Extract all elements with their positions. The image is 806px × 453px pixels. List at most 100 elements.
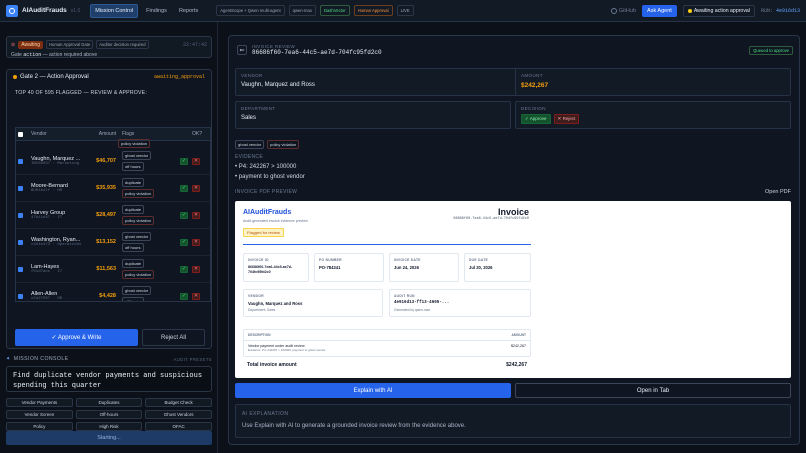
app-version: v1.0: [70, 7, 81, 14]
approve-row-button[interactable]: ✓: [180, 292, 188, 300]
flags-cell: duplicate policy violation: [122, 205, 160, 225]
flag-badge: policy violation: [122, 270, 155, 279]
ai-explanation-box: AI EXPLANATION Use Explain with AI to ge…: [235, 404, 791, 438]
row-checkbox[interactable]: [18, 266, 23, 272]
row-checkbox[interactable]: [18, 293, 23, 299]
amount-value: $242,267: [521, 82, 549, 89]
back-button[interactable]: ⇐: [237, 45, 247, 55]
col-vendor: Vendor: [31, 131, 47, 137]
vendor-cell: Vaughn, Marquez ... INV39037 · Marketing: [31, 156, 86, 166]
reject-row-button[interactable]: ✕: [192, 211, 200, 219]
evidence-label: EVIDENCE: [235, 154, 263, 160]
invoice-flag-badge: Flagged for review: [243, 228, 284, 237]
reject-row-button[interactable]: ✕: [192, 292, 200, 300]
top-bar: AIAuditFrauds v1.0 Mission Control Findi…: [0, 0, 806, 22]
github-icon: [610, 7, 617, 14]
flag-badge: off hours: [122, 243, 144, 252]
gate-message: Gate action — action required above: [11, 52, 98, 58]
flag-badge: duplicate: [122, 259, 145, 268]
vendor-cell: Washington, Ryan... c4d4e473 · Operations: [31, 237, 86, 247]
ask-agent-button[interactable]: Ask Agent: [642, 4, 677, 17]
explain-with-ai-button[interactable]: Explain with AI: [235, 383, 511, 398]
awaiting-approval-button[interactable]: Awaiting action approval: [682, 4, 755, 17]
gate2-dot-icon: [13, 75, 17, 79]
reject-row-button[interactable]: ✕: [192, 265, 200, 273]
approve-row-button[interactable]: ✓: [180, 238, 188, 246]
amount-cell: $13,152: [96, 239, 116, 245]
invoice-subtitle: Audit-generated invoice evidence preview: [243, 219, 308, 223]
flags-cell: ghost vendor off hours: [122, 232, 160, 252]
preset-button[interactable]: Duplicates: [75, 398, 143, 407]
start-button[interactable]: Starting...: [6, 431, 212, 445]
tab-reports[interactable]: Reports: [175, 5, 202, 17]
flag-badge: ghost vendor: [122, 232, 152, 241]
decision-approve-button[interactable]: ✓ Approve: [521, 114, 551, 124]
decision-reject-button[interactable]: ✕ Reject: [553, 114, 580, 124]
vendor-cell: Lam-Hayes f01d7acc · IT: [31, 264, 86, 274]
approve-row-button[interactable]: ✓: [180, 184, 188, 192]
vendor-box: VENDOR Vaughn, Marquez and Ross: [235, 68, 541, 96]
row-checkbox[interactable]: [18, 185, 23, 191]
select-all-checkbox[interactable]: [18, 131, 23, 137]
tab-findings[interactable]: Findings: [142, 5, 171, 17]
approve-write-button[interactable]: ✓ Approve & Write: [15, 329, 138, 346]
invoice-title: Invoice: [497, 207, 529, 217]
status-pill-agents: AgentScope + Qwen multi-agent: [216, 5, 285, 16]
table-header: Vendor Amount Flags OK?: [16, 128, 210, 141]
evidence-tag: policy violation: [267, 140, 300, 149]
vendor-sub: 47b11d47 · IT: [31, 216, 63, 220]
col-flags: Flags: [122, 131, 135, 137]
flags-cell: ghost vendor off hours: [122, 151, 160, 171]
preset-button[interactable]: High Risk: [75, 422, 143, 431]
approve-row-button[interactable]: ✓: [180, 157, 188, 165]
department-box: DEPARTMENT Sales: [235, 101, 511, 129]
approve-row-button[interactable]: ✓: [180, 211, 188, 219]
tab-mission-control[interactable]: Mission Control: [90, 3, 139, 18]
open-in-tab-button[interactable]: Open in Tab: [515, 383, 791, 398]
preset-button[interactable]: OFAC: [145, 422, 212, 431]
approve-row-button[interactable]: ✓: [180, 265, 188, 273]
flag-badge: duplicate: [122, 178, 145, 187]
flagged-table: Vendor Amount Flags OK? policy violation…: [15, 127, 211, 302]
open-pdf-link[interactable]: Open PDF: [765, 189, 791, 195]
row-checkbox[interactable]: [18, 158, 23, 164]
console-icon: ✦: [6, 356, 11, 362]
preset-button[interactable]: Budget Check: [145, 398, 212, 407]
amount-cell: $35,935: [96, 185, 116, 191]
amount-label: AMOUNT: [521, 73, 543, 78]
gate-time: 22:47:42: [182, 41, 207, 48]
flags-cell: ghost vendor off hours: [122, 286, 160, 301]
flag-badge: policy violation: [118, 139, 151, 148]
evidence-tag: ghost vendor: [235, 140, 265, 149]
preset-button[interactable]: Vendor Screen: [6, 410, 73, 419]
mission-goal-input[interactable]: Find duplicate vendor payments and suspi…: [6, 366, 212, 392]
reject-row-button[interactable]: ✕: [192, 157, 200, 165]
vendor-cell: Harvey Group 47b11d47 · IT: [31, 210, 86, 220]
flag-badge: ghost vendor: [122, 286, 152, 295]
status-pill-live: LIVE: [396, 5, 414, 16]
reject-all-button[interactable]: Reject All: [142, 329, 205, 346]
preset-button[interactable]: Ghost Vendors: [145, 410, 212, 419]
status-pill-model: qwen-max: [288, 5, 316, 16]
pdf-preview-label: INVOICE PDF PREVIEW: [235, 189, 298, 195]
table-row: Moore-Bernard BUS1b4lf · HR $35,935 duplica…: [16, 175, 210, 202]
preset-button[interactable]: Off-hours: [75, 410, 143, 419]
amount-cell: $46,707: [96, 158, 116, 164]
reject-row-button[interactable]: ✕: [192, 238, 200, 246]
preset-button[interactable]: Policy: [6, 422, 73, 431]
vendor-sub: f01d7acc · IT: [31, 270, 63, 274]
invoice-divider: [243, 244, 531, 245]
po-number-box: PO NUMBER PO-784341: [314, 253, 384, 282]
row-checkbox[interactable]: [18, 239, 23, 245]
github-link[interactable]: GitHub: [610, 7, 636, 14]
status-pill-vector: DashVector: [319, 5, 350, 16]
back-arrow-icon: ⇐: [239, 47, 245, 54]
flags-cell: duplicate policy violation: [122, 178, 160, 198]
preset-button[interactable]: Vendor Payments: [6, 398, 73, 407]
mission-console-header: ✦ MISSION CONSOLE AUDIT PRESETS: [6, 356, 212, 362]
row-checkbox[interactable]: [18, 212, 23, 218]
vendor-label: VENDOR: [241, 73, 263, 78]
reject-row-button[interactable]: ✕: [192, 184, 200, 192]
status-pill-approval: Human Approval: [353, 5, 393, 16]
left-panel: ⊘ Awaiting Human Approval Gate Auditor d…: [0, 22, 218, 453]
